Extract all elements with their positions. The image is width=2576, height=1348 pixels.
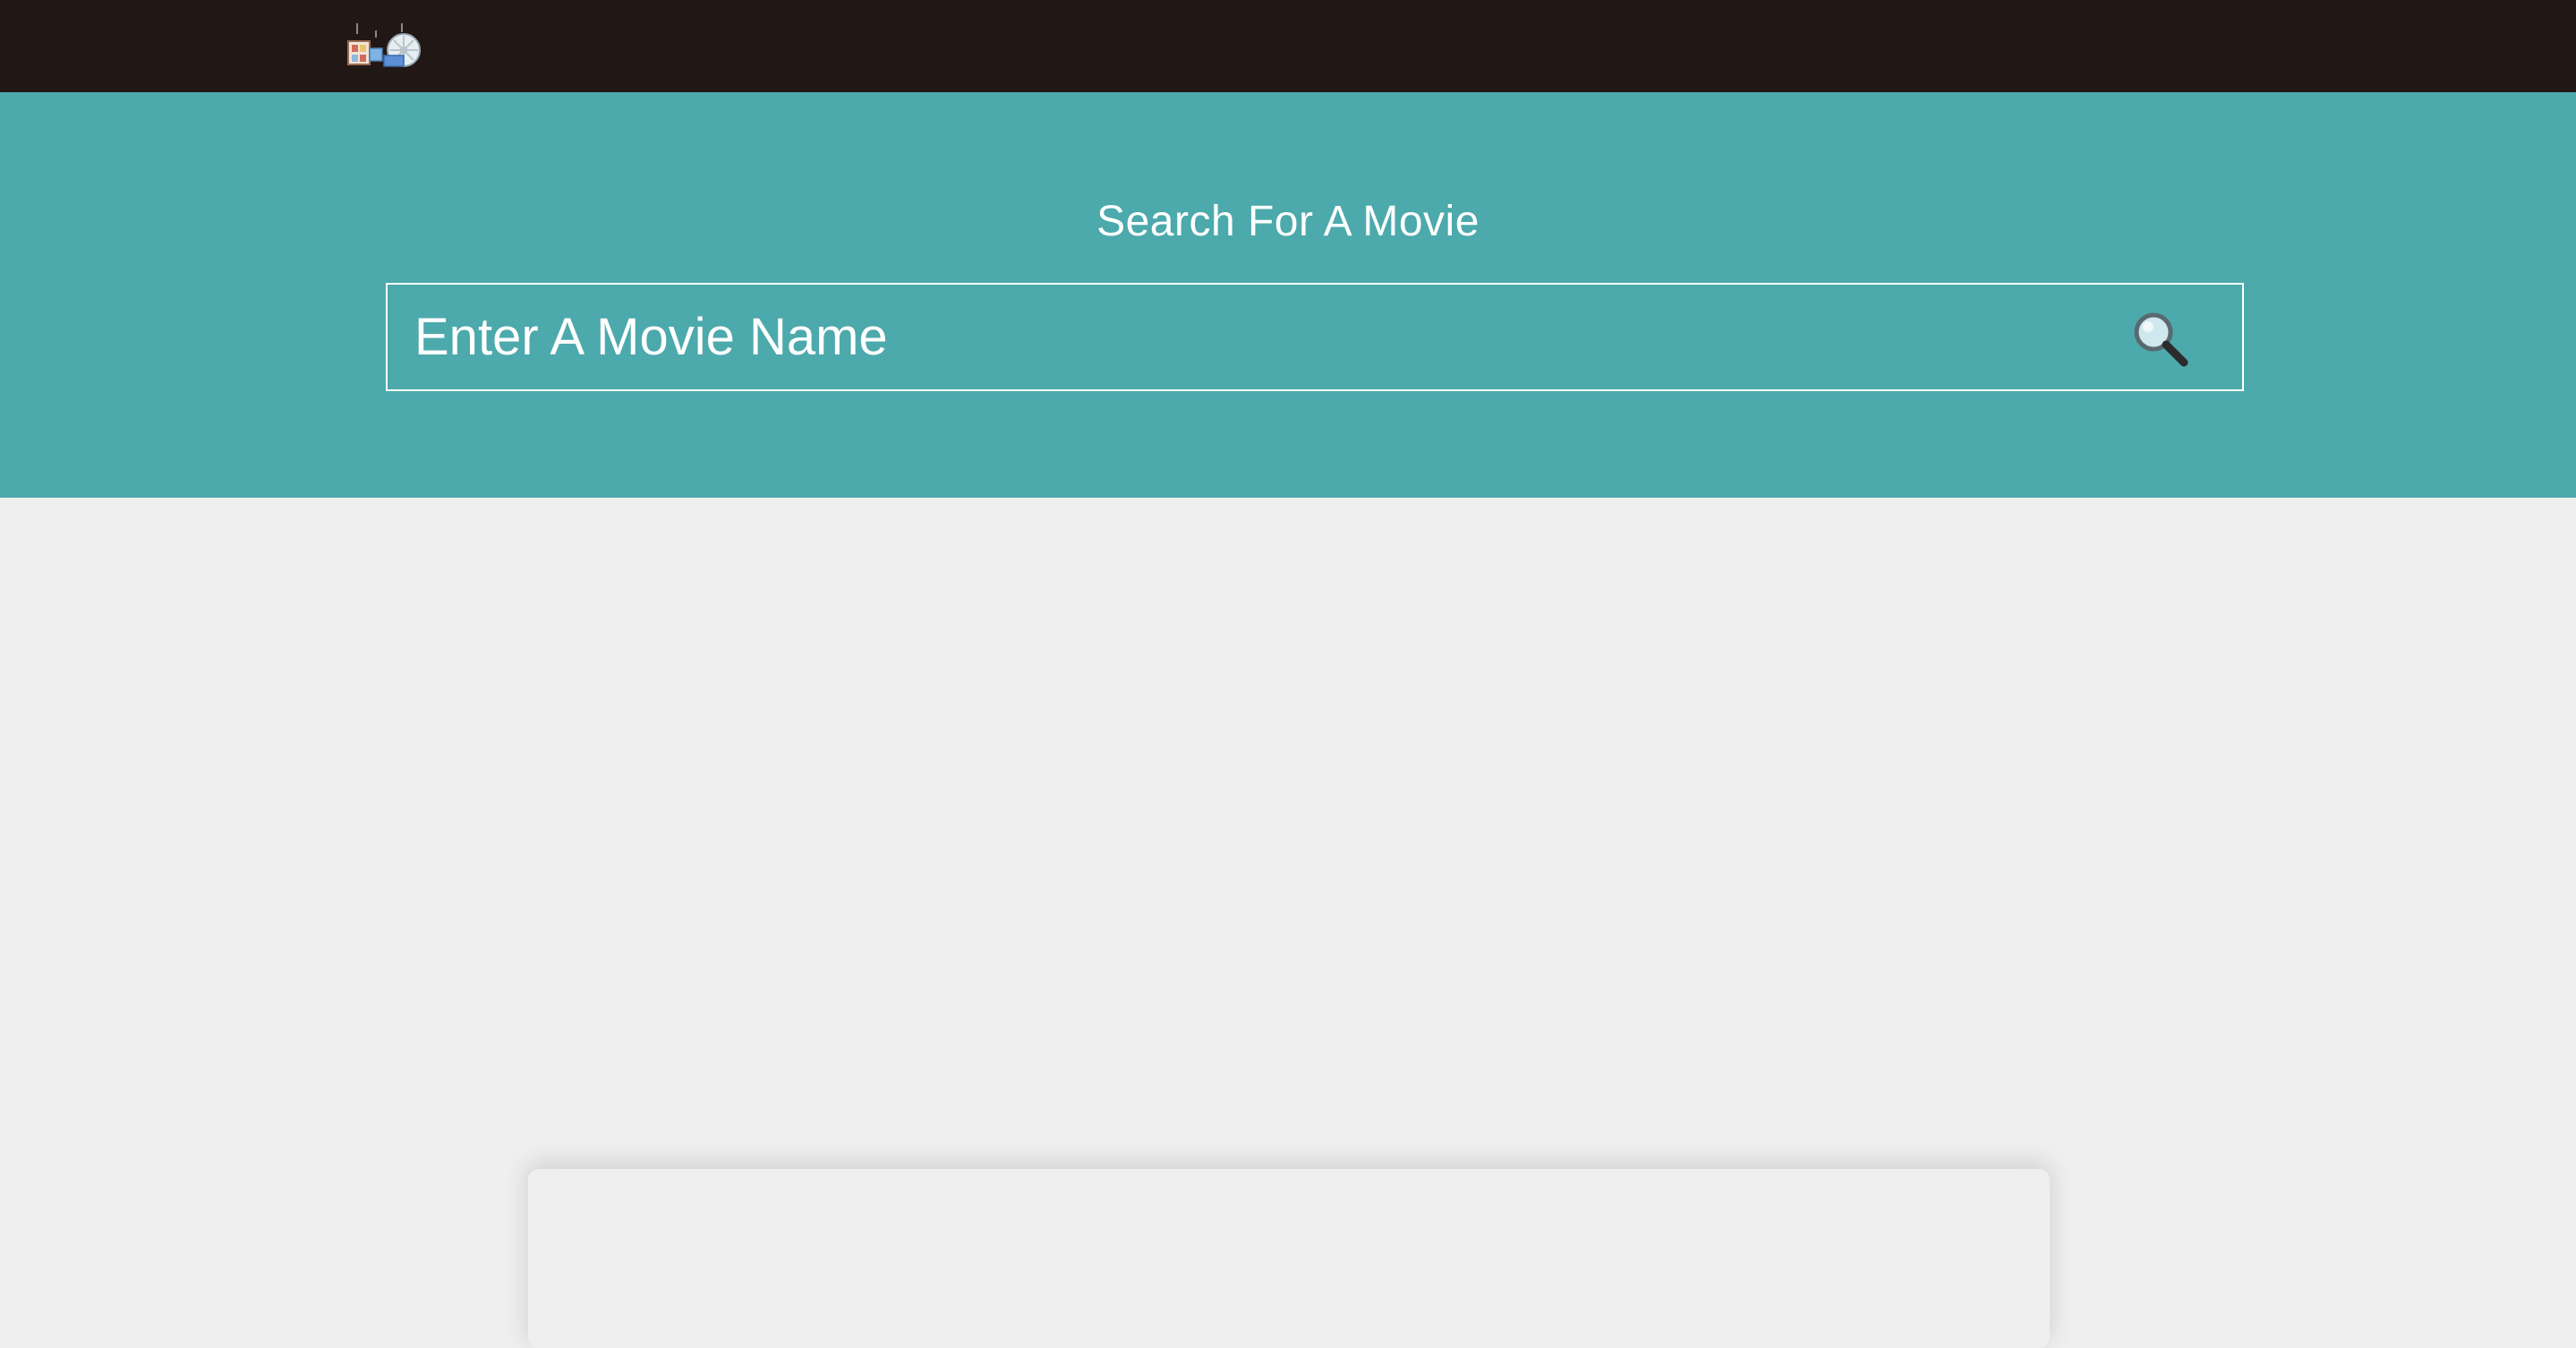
search-hero: Search For A Movie: [0, 92, 2576, 498]
search-input[interactable]: [388, 285, 2088, 389]
magnifying-glass-icon: [2134, 312, 2188, 367]
page-title: Search For A Movie: [1096, 198, 1480, 245]
site-logo[interactable]: [345, 21, 423, 70]
top-navbar: [0, 0, 2576, 92]
search-form: [386, 283, 2244, 391]
movie-projector-logo-icon: [347, 23, 421, 67]
search-button[interactable]: [2128, 307, 2193, 371]
results-area: [0, 498, 2576, 1348]
result-card-placeholder: [528, 1169, 2050, 1348]
